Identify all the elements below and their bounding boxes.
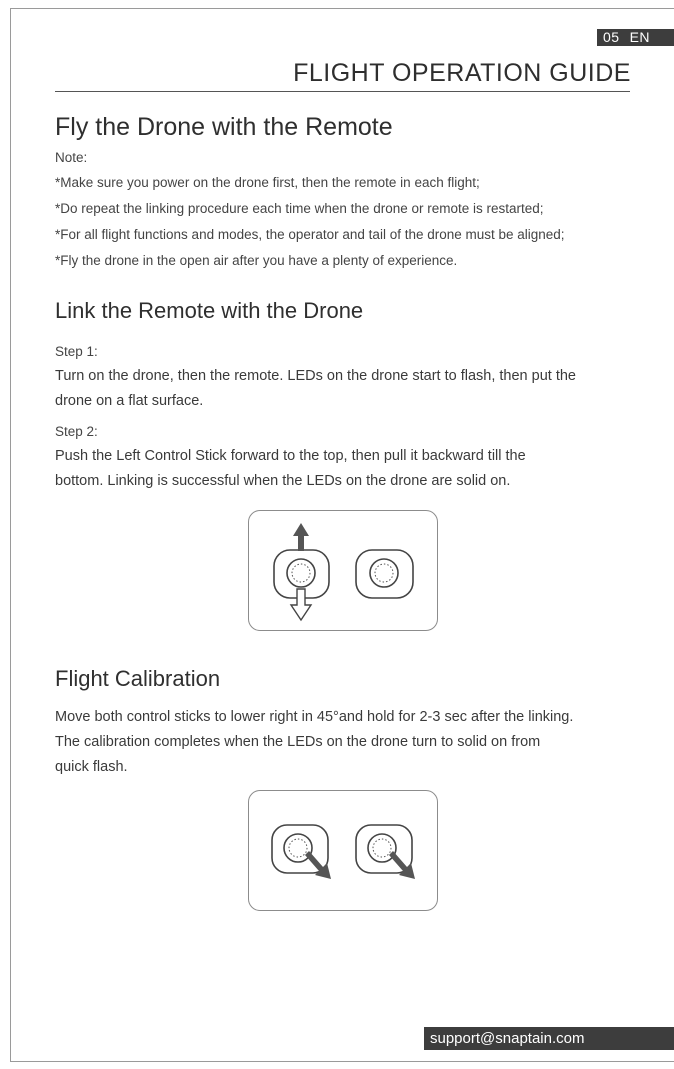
section-heading-link: Link the Remote with the Drone [55, 298, 364, 323]
calibration-text: The calibration completes when the LEDs … [55, 734, 541, 750]
calibration-text: quick flash. [55, 759, 128, 775]
link-stick-illustration [273, 523, 414, 622]
page-number: 05 [603, 29, 620, 45]
note-item: *Make sure you power on the drone first,… [55, 175, 480, 190]
support-email: support@snaptain.com [424, 1027, 674, 1050]
calibration-text: Move both control sticks to lower right … [55, 709, 574, 725]
step1-label: Step 1: [55, 344, 98, 359]
title-rule [55, 91, 630, 92]
left-stick-knob [286, 558, 316, 588]
language-code: EN [629, 29, 651, 45]
note-label: Note: [55, 150, 88, 165]
arrow-up-icon [293, 523, 309, 551]
calibration-stick-illustration [271, 824, 415, 879]
step2-label: Step 2: [55, 424, 98, 439]
step2-text: bottom. Linking is successful when the L… [55, 473, 511, 489]
section-heading-calibration: Flight Calibration [55, 666, 221, 691]
note-item: *Fly the drone in the open air after you… [55, 253, 458, 268]
guide-title: FLIGHT OPERATION GUIDE [293, 59, 631, 87]
note-item: *Do repeat the linking procedure each ti… [55, 201, 544, 216]
step1-text: Turn on the drone, then the remote. LEDs… [55, 368, 576, 384]
page-badge: 05 EN [597, 29, 674, 46]
section-heading-fly: Fly the Drone with the Remote [55, 113, 393, 141]
note-item: *For all flight functions and modes, the… [55, 227, 565, 242]
link-stick-figure [248, 510, 438, 631]
step2-text: Push the Left Control Stick forward to t… [55, 448, 526, 464]
step1-text: drone on a flat surface. [55, 393, 204, 409]
calibration-stick-figure [248, 790, 438, 911]
right-stick-knob [369, 558, 399, 588]
